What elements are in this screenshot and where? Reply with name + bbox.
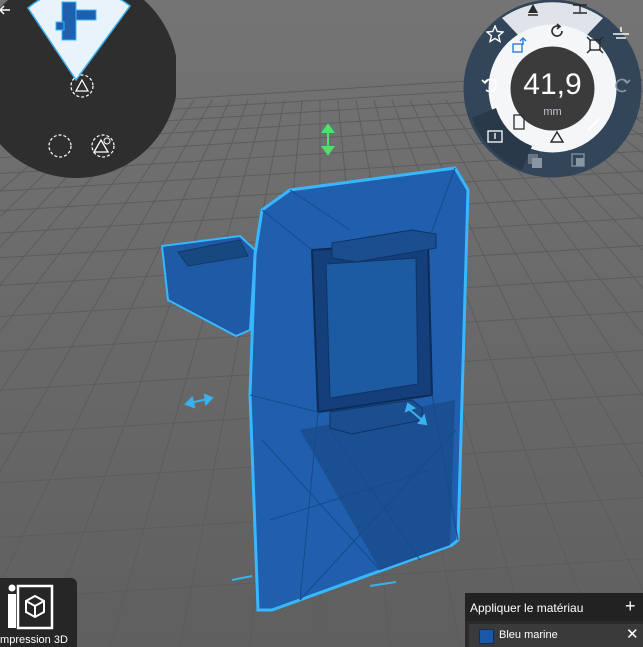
transform-dial[interactable]: 41,9 mm — [462, 0, 643, 179]
document-icon[interactable] — [512, 114, 526, 130]
paste-icon[interactable] — [486, 128, 504, 144]
measure-value[interactable]: 41,9 — [462, 68, 643, 102]
triangle-icon[interactable] — [550, 130, 564, 144]
layer-up-icon[interactable] — [570, 152, 588, 170]
star-icon[interactable] — [486, 25, 504, 43]
3d-print-tile[interactable]: Impression 3D — [0, 578, 77, 647]
move-up-icon[interactable] — [510, 36, 528, 54]
material-name: Bleu marine — [499, 629, 558, 641]
model-window — [325, 257, 419, 399]
resize-icon[interactable] — [586, 36, 604, 54]
add-material-button[interactable]: + — [625, 596, 636, 617]
3d-print-label: Impression 3D — [0, 634, 68, 646]
rotate-icon[interactable] — [548, 22, 566, 40]
materials-panel: Appliquer le matériau + Bleu marine ✕ — [465, 593, 643, 647]
material-item[interactable]: Bleu marine ✕ — [469, 624, 643, 647]
view-navigator[interactable] — [0, 0, 176, 180]
remove-material-button[interactable]: ✕ — [626, 625, 639, 643]
material-swatch — [479, 629, 494, 644]
split-icon[interactable] — [612, 26, 630, 42]
materials-title: Appliquer le matériau — [470, 601, 584, 615]
pencil-icon[interactable] — [586, 116, 602, 132]
3d-print-icon — [6, 584, 54, 630]
materials-header: Appliquer le matériau + — [465, 593, 643, 621]
distribute-icon[interactable] — [572, 2, 588, 16]
align-top-icon[interactable] — [526, 2, 540, 16]
layer-down-icon[interactable] — [526, 152, 544, 170]
measure-unit: mm — [543, 106, 562, 118]
